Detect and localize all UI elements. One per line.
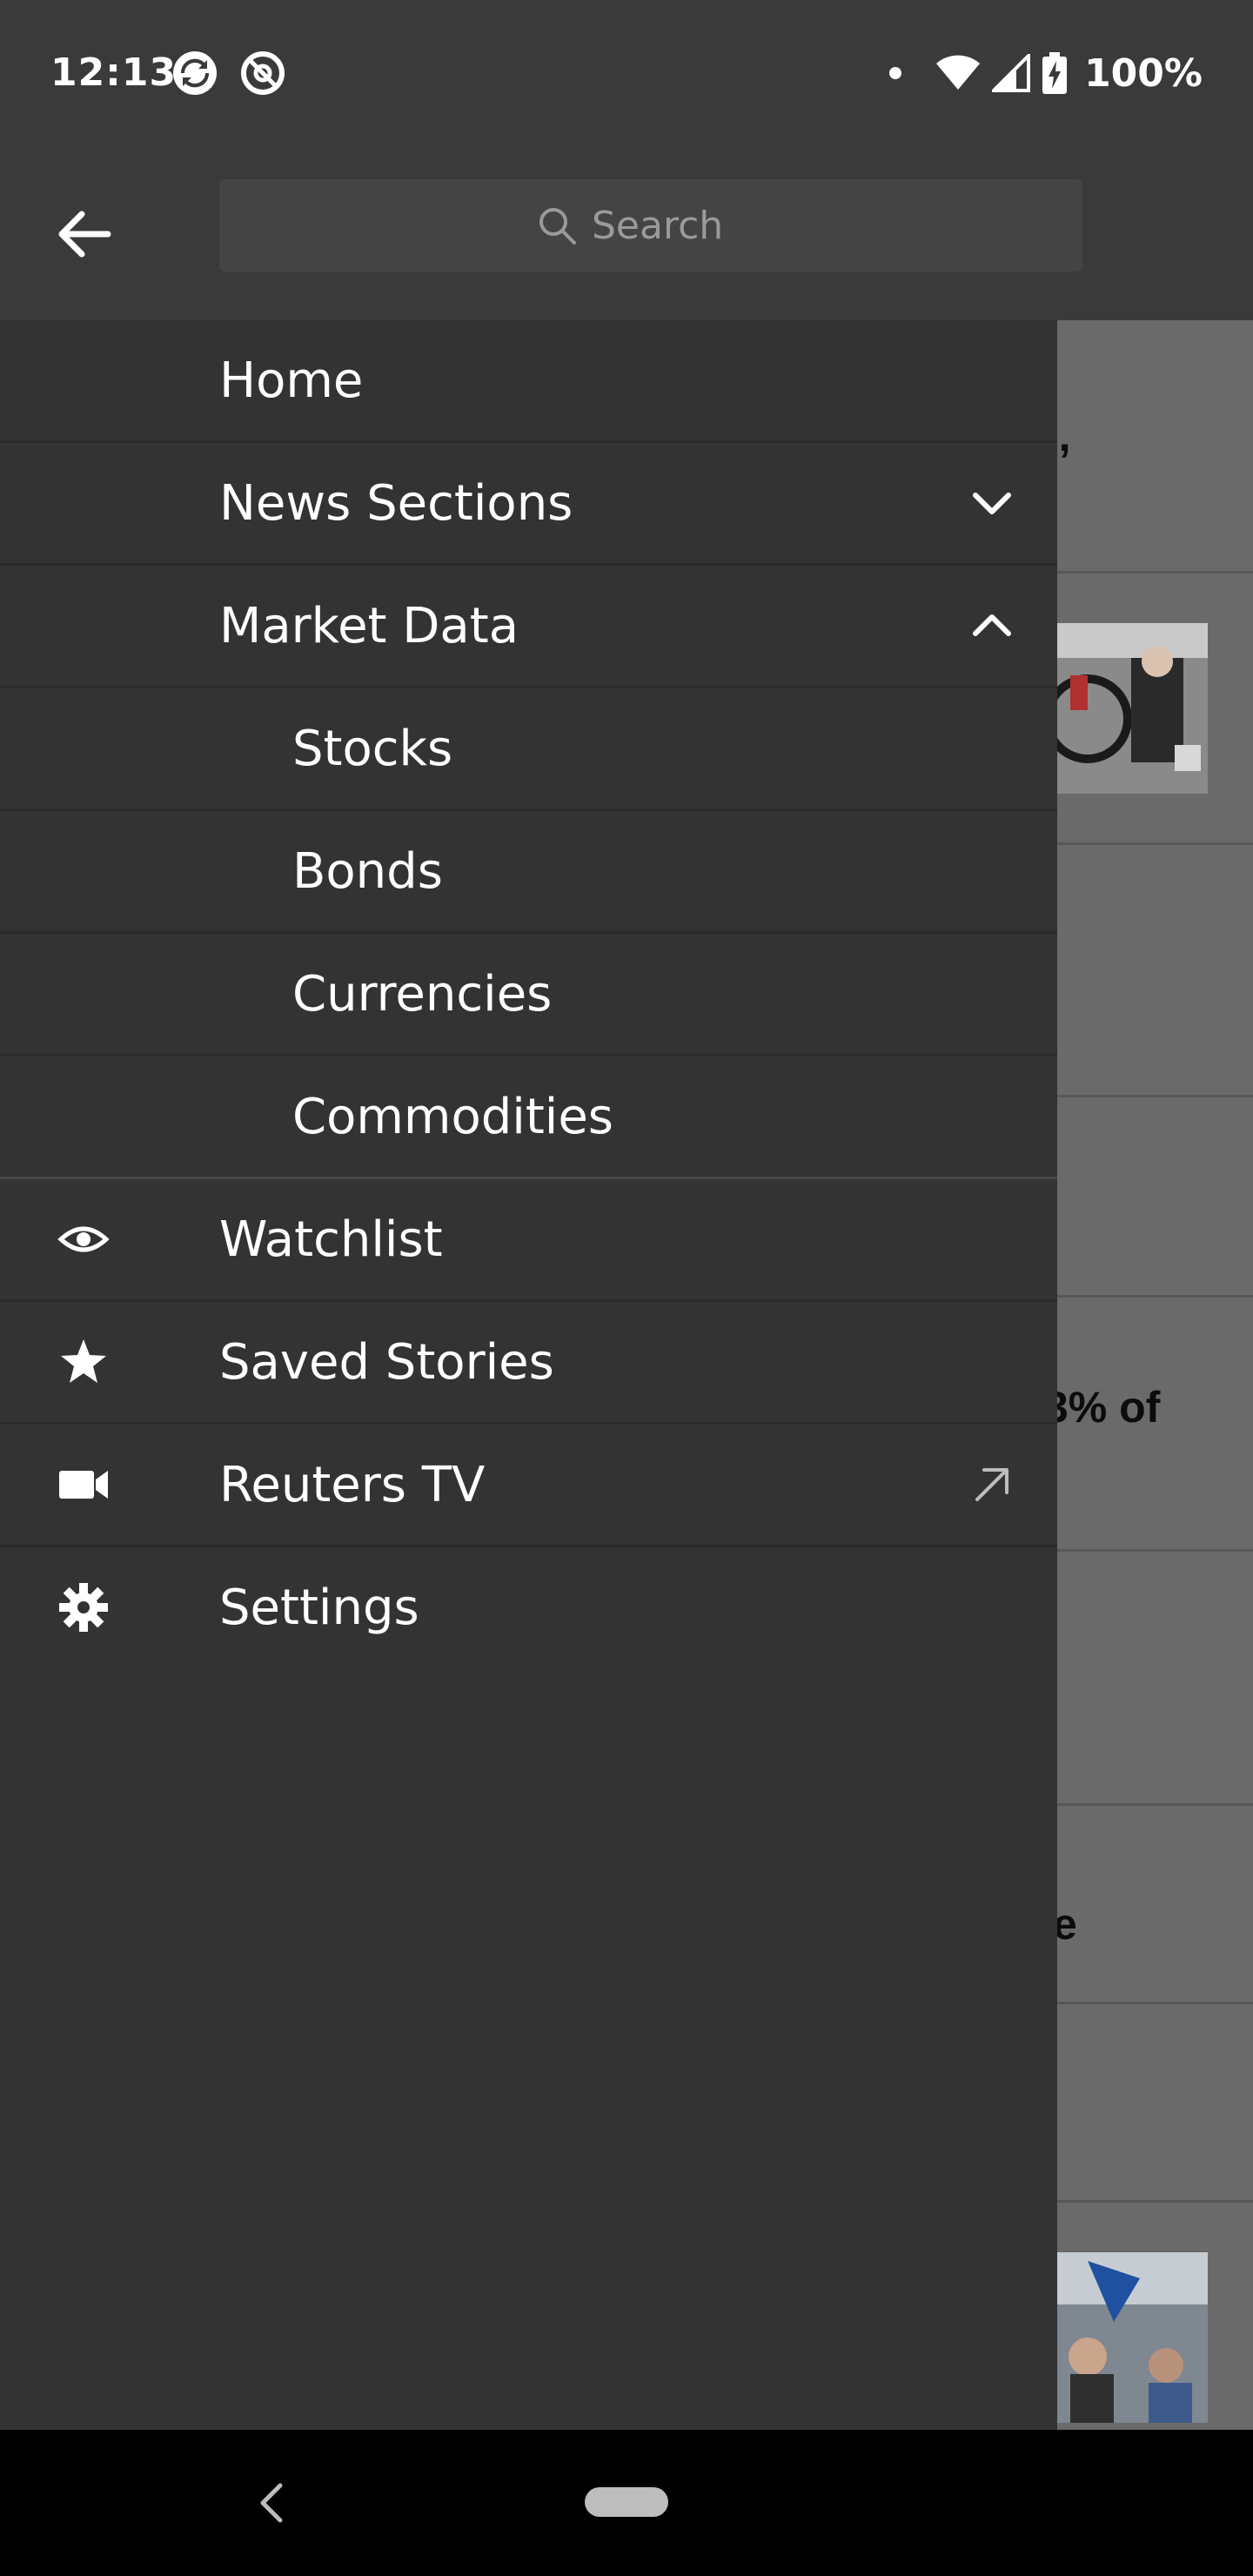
star-icon [61,1339,106,1383]
menu-item-label: Watchlist [219,1211,443,1268]
nav-home-pill[interactable] [585,2487,668,2517]
search-bar[interactable] [219,179,1082,272]
status-indicators: 100% [889,50,1203,96]
background-divider [1057,842,1253,845]
menu-item-label: Market Data [219,597,519,654]
menu-item-home[interactable]: Home [0,320,1057,443]
background-divider [1057,1095,1253,1097]
menu-item-label: Reuters TV [219,1456,486,1513]
status-time: 12:13 [50,50,178,95]
menu-item-stocks[interactable]: Stocks [0,688,1057,811]
menu-item-watchlist[interactable]: Watchlist [0,1179,1057,1302]
video-camera-icon [59,1471,108,1499]
background-divider [1057,1549,1253,1552]
battery-charging-icon [1042,52,1068,94]
chevron-down-icon[interactable] [968,480,1015,527]
menu-item-label: Home [219,352,364,409]
menu-item-label: Currencies [292,965,553,1023]
background-headline-fragment: 3% of [1044,1383,1161,1432]
background-thumbnail-2 [1053,2252,1208,2423]
drawer-menu: Home News Sections Market Data Stocks Bo… [0,320,1057,1667]
signal-icon [992,54,1031,92]
navigation-drawer: Home News Sections Market Data Stocks Bo… [0,150,1057,2430]
menu-item-currencies[interactable]: Currencies [0,934,1057,1057]
search-icon [539,208,576,245]
sync-app-icon [173,51,217,95]
battery-percentage: 100% [1084,50,1203,96]
menu-item-bonds[interactable]: Bonds [0,811,1057,934]
search-input[interactable] [592,203,766,248]
background-divider [1057,571,1253,574]
system-navigation-bar [0,2430,1253,2576]
background-divider [1057,2002,1253,2004]
background-thumbnail-1 [1053,623,1208,794]
menu-item-market-data[interactable]: Market Data [0,566,1057,688]
menu-item-saved-stories[interactable]: Saved Stories [0,1302,1057,1425]
background-divider [1057,1295,1253,1298]
status-bar: 12:13 100% [0,0,1253,150]
eye-icon [57,1226,110,1252]
back-arrow-icon[interactable] [54,204,115,265]
at-sign-app-icon [241,51,285,95]
menu-item-label: Saved Stories [219,1333,554,1391]
menu-item-label: Stocks [292,720,453,777]
menu-item-label: Commodities [292,1088,613,1145]
chevron-up-icon[interactable] [968,602,1015,649]
menu-item-reuters-tv[interactable]: Reuters TV [0,1425,1057,1547]
menu-item-settings[interactable]: Settings [0,1547,1057,1667]
wifi-icon [936,55,981,90]
external-link-arrow-icon [975,1468,1008,1501]
gear-icon [59,1583,108,1632]
nav-back-icon[interactable] [254,2477,289,2529]
background-divider [1057,1803,1253,1806]
menu-item-label: Settings [219,1579,419,1636]
menu-item-commodities[interactable]: Commodities [0,1057,1057,1179]
menu-item-label: News Sections [219,474,573,532]
background-divider [1057,2200,1253,2203]
menu-item-news-sections[interactable]: News Sections [0,443,1057,566]
notification-dot [889,67,902,79]
menu-item-label: Bonds [292,842,443,900]
